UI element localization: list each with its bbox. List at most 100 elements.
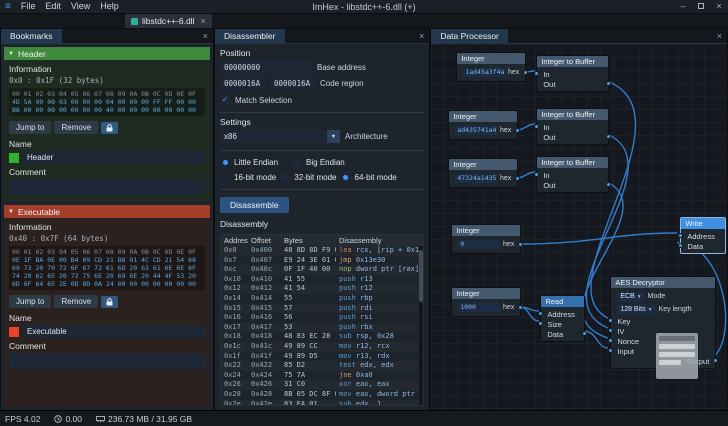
tab-data-processor[interactable]: Data Processor: [431, 29, 508, 44]
input-pin[interactable]: [534, 172, 539, 177]
output-pin[interactable]: [523, 70, 528, 75]
disassembly-row[interactable]: 0x150x41557push rdi: [221, 304, 423, 314]
input-pin[interactable]: [678, 243, 683, 248]
bookmark-color-swatch[interactable]: [9, 327, 19, 337]
menu-edit[interactable]: Edit: [40, 0, 66, 13]
disassembly-row[interactable]: 0x70x407E9 24 3E 01 0jmp 0x13e30: [221, 256, 423, 266]
code-region-end-input[interactable]: 0000016A: [270, 77, 315, 90]
integer-value-input[interactable]: 47324a1435aafe: [455, 174, 497, 183]
disassembly-row[interactable]: 0x170x41753push rbx: [221, 323, 423, 333]
disassembly-row[interactable]: 0x120x41241 54push r12: [221, 284, 423, 294]
remove-button[interactable]: Remove: [54, 121, 98, 134]
file-tab[interactable]: libstdc++-6.dll ×: [125, 14, 212, 28]
aes-mode-select[interactable]: ECB ▼: [617, 292, 644, 302]
menu-file[interactable]: File: [16, 0, 41, 13]
lock-button[interactable]: [101, 122, 118, 134]
bookmark-color-swatch[interactable]: [9, 153, 19, 163]
scrollbar-thumb[interactable]: [419, 250, 423, 302]
disassembly-row[interactable]: 0x180x41848 83 EC 28sub rsp, 0x28: [221, 332, 423, 342]
column-bytes[interactable]: Bytes: [281, 236, 336, 245]
bookmark-collapse-header[interactable]: ▼ Executable: [4, 205, 210, 218]
output-pin[interactable]: [515, 176, 520, 181]
remove-button[interactable]: Remove: [54, 295, 98, 308]
input-pin[interactable]: [608, 328, 613, 333]
disassembly-row[interactable]: 0x140x41455push rbp: [221, 294, 423, 304]
node-integer-2[interactable]: Integer ad435741a4fde hex: [448, 110, 518, 140]
input-pin[interactable]: [534, 71, 539, 76]
data-processor-close-icon[interactable]: ×: [712, 31, 727, 41]
disassembly-row[interactable]: 0x160x41656push rsi: [221, 313, 423, 323]
table-scrollbar[interactable]: [419, 246, 423, 405]
column-disassembly[interactable]: Disassembly: [336, 236, 423, 245]
disassemble-button[interactable]: Disassemble: [220, 197, 289, 213]
name-input[interactable]: Executable: [23, 325, 205, 338]
node-integer-to-buffer-2[interactable]: Integer to Buffer In Out: [536, 108, 609, 145]
input-pin[interactable]: [678, 233, 683, 238]
jump-to-button[interactable]: Jump to: [9, 121, 51, 134]
base-address-input[interactable]: 00000000: [220, 61, 312, 74]
disassembly-row[interactable]: 0x280x4288B 05 DC 8F 0mov eax, dword ptr…: [221, 390, 423, 400]
output-pin[interactable]: [515, 128, 520, 133]
node-integer-3[interactable]: Integer 47324a1435aafe hex: [448, 158, 518, 188]
lock-button[interactable]: [101, 296, 118, 308]
comment-input[interactable]: [9, 179, 205, 195]
architecture-select[interactable]: x86 ▼: [220, 130, 340, 143]
tab-bookmarks[interactable]: Bookmarks: [1, 29, 62, 44]
file-tab-close-icon[interactable]: ×: [198, 16, 205, 26]
name-input[interactable]: Header: [23, 151, 205, 164]
input-pin[interactable]: [608, 318, 613, 323]
menu-view[interactable]: View: [66, 0, 95, 13]
disassembly-row[interactable]: 0x260x42631 C0xor eax, eax: [221, 380, 423, 390]
radio-32-bit-mode[interactable]: [280, 172, 290, 182]
output-pin[interactable]: [713, 358, 718, 363]
menu-help[interactable]: Help: [95, 0, 124, 13]
disassembly-row[interactable]: 0x1f0x41f49 89 D5mov r13, rdx: [221, 352, 423, 362]
aes-key-length-select[interactable]: 128 Bits ▼: [617, 305, 655, 315]
node-write[interactable]: Write Address Data: [680, 217, 726, 254]
node-integer-zero[interactable]: Integer 0 hex: [451, 224, 521, 254]
tab-disassembler[interactable]: Disassembler: [215, 29, 285, 44]
disassembly-row[interactable]: 0xc0x40c0F 1F 40 00nop dword ptr [rax]: [221, 265, 423, 275]
radio-big-endian[interactable]: [292, 157, 302, 167]
input-pin[interactable]: [608, 338, 613, 343]
output-pin[interactable]: [606, 182, 611, 187]
input-pin[interactable]: [534, 124, 539, 129]
radio-little-endian[interactable]: [220, 157, 230, 167]
radio-64-bit-mode[interactable]: [341, 172, 351, 182]
minimize-icon[interactable]: –: [674, 0, 692, 13]
output-pin[interactable]: [606, 81, 611, 86]
input-pin[interactable]: [538, 321, 543, 326]
bookmarks-close-icon[interactable]: ×: [198, 31, 213, 41]
radio-16-bit-mode[interactable]: [220, 172, 230, 182]
comment-input[interactable]: [9, 353, 205, 369]
integer-value-input[interactable]: ad435741a4fde: [455, 126, 497, 135]
output-pin[interactable]: [582, 331, 587, 336]
disassembly-row[interactable]: 0x100x41041 55push r13: [221, 275, 423, 285]
node-integer-to-buffer-1[interactable]: Integer to Buffer In Out: [536, 55, 609, 92]
output-pin[interactable]: [606, 134, 611, 139]
integer-value-input[interactable]: 1000: [458, 303, 500, 312]
input-pin[interactable]: [608, 348, 613, 353]
disassembly-row[interactable]: 0x1c0x41c49 89 CCmov r12, rcx: [221, 342, 423, 352]
node-integer-size[interactable]: Integer 1000 hex: [451, 287, 521, 317]
node-integer-to-buffer-3[interactable]: Integer to Buffer In Out: [536, 156, 609, 193]
jump-to-button[interactable]: Jump to: [9, 295, 51, 308]
column-address[interactable]: Address: [221, 236, 248, 245]
disassembly-row[interactable]: 0x2e0x42e83 EA 01sub edx, 1: [221, 400, 423, 407]
disassembler-close-icon[interactable]: ×: [414, 31, 429, 41]
input-pin[interactable]: [538, 311, 543, 316]
node-editor-canvas[interactable]: Integer 1ad45a3f4afad4 hex Integer to Bu…: [431, 44, 727, 410]
disassembly-row[interactable]: 0x00x40048 8D 8D F9 0lea rcx, [rip + 0x1…: [221, 246, 423, 256]
output-pin[interactable]: [518, 305, 523, 310]
integer-value-input[interactable]: 0: [458, 240, 500, 249]
node-read[interactable]: Read Address Size Data: [540, 295, 585, 342]
disassembly-row[interactable]: 0x240x42475 7Ajne 0xa0: [221, 371, 423, 381]
match-selection-checkbox[interactable]: ✓: [220, 95, 230, 105]
node-integer-1[interactable]: Integer 1ad45a3f4afad4 hex: [456, 52, 526, 82]
close-icon[interactable]: ×: [710, 0, 728, 13]
output-pin[interactable]: [518, 242, 523, 247]
column-offset[interactable]: Offset: [248, 236, 281, 245]
disassembly-row[interactable]: 0x220x42285 D2test edx, edx: [221, 361, 423, 371]
code-region-start-input[interactable]: 0000016A: [220, 77, 265, 90]
bookmark-collapse-header[interactable]: ▼ Header: [4, 47, 210, 60]
